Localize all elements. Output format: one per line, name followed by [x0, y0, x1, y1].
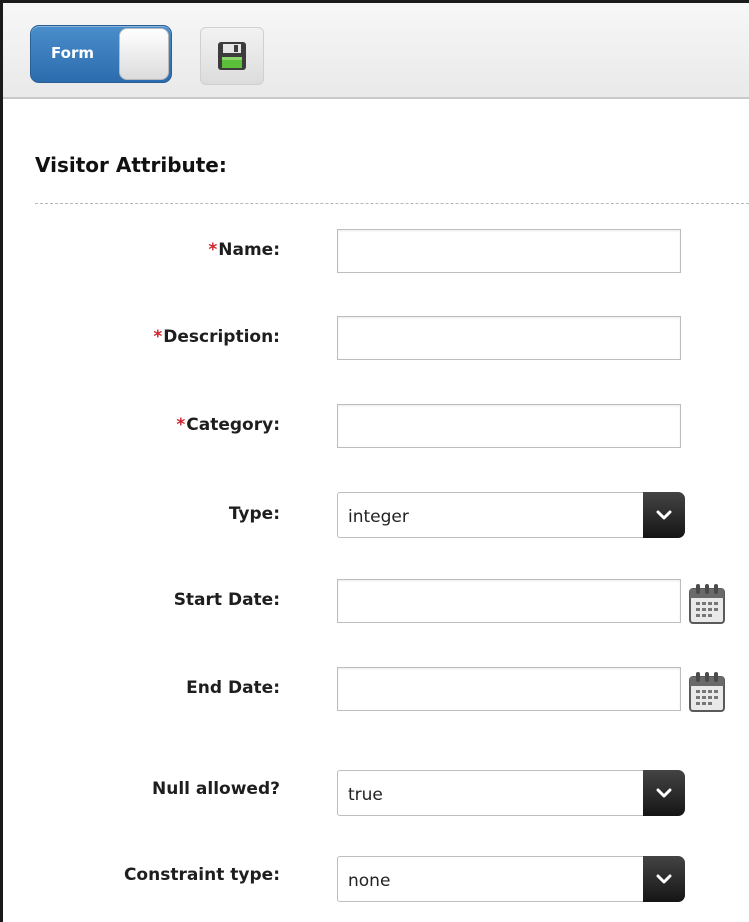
- null-allowed-dropdown-button[interactable]: [643, 770, 685, 816]
- description-label-text: Description:: [163, 327, 280, 347]
- type-label: Type:: [228, 504, 280, 524]
- end-date-label: End Date:: [186, 678, 280, 698]
- type-dropdown-button[interactable]: [643, 492, 685, 538]
- constraint-type-select[interactable]: none: [337, 856, 685, 902]
- toolbar: Form: [3, 3, 749, 99]
- start-date-input[interactable]: [337, 579, 681, 623]
- constraint-type-select-value: none: [348, 871, 391, 891]
- required-marker: *: [208, 240, 218, 260]
- null-allowed-select-value: true: [348, 785, 383, 805]
- type-select[interactable]: integer: [337, 492, 685, 538]
- description-input[interactable]: [337, 316, 681, 360]
- description-label: *Description:: [153, 327, 280, 347]
- chevron-down-icon: [656, 510, 672, 520]
- category-label: *Category:: [176, 415, 280, 435]
- required-marker: *: [176, 415, 186, 435]
- toggle-knob[interactable]: [119, 28, 169, 80]
- type-select-value: integer: [348, 507, 409, 527]
- section-title: Visitor Attribute:: [35, 153, 227, 177]
- end-date-input[interactable]: [337, 667, 681, 711]
- save-button[interactable]: [200, 27, 264, 85]
- start-date-label: Start Date:: [173, 590, 280, 610]
- calendar-icon[interactable]: [687, 582, 727, 626]
- null-allowed-select[interactable]: true: [337, 770, 685, 816]
- name-input[interactable]: [337, 229, 681, 273]
- form-mode-toggle[interactable]: Form: [30, 25, 172, 83]
- null-allowed-label: Null allowed?: [152, 779, 280, 799]
- constraint-type-label: Constraint type:: [123, 865, 280, 885]
- name-label-text: Name:: [218, 240, 280, 260]
- chevron-down-icon: [656, 874, 672, 884]
- category-input[interactable]: [337, 404, 681, 448]
- app-frame: Form Visitor Attribute: *Name: *Descript…: [0, 0, 749, 922]
- section-divider: [35, 203, 749, 204]
- floppy-disk-icon: [218, 42, 246, 70]
- required-marker: *: [153, 327, 163, 347]
- calendar-icon[interactable]: [687, 670, 727, 714]
- form-toggle-label: Form: [51, 44, 94, 62]
- chevron-down-icon: [656, 788, 672, 798]
- name-label: *Name:: [208, 240, 280, 260]
- category-label-text: Category:: [186, 415, 280, 435]
- constraint-type-dropdown-button[interactable]: [643, 856, 685, 902]
